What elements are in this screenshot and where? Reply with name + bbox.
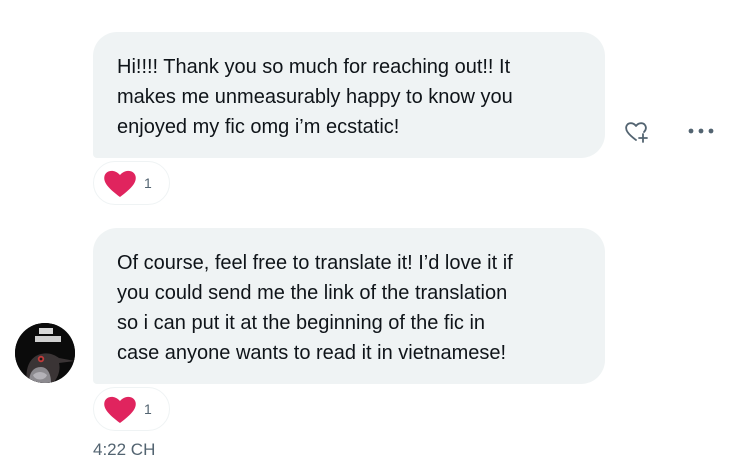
message-bubble[interactable]: Of course, feel free to translate it! I’… [93, 228, 605, 384]
heart-icon [104, 396, 136, 423]
message-bubble[interactable]: Hi!!!! Thank you so much for reaching ou… [93, 32, 605, 158]
more-horizontal-icon [688, 128, 714, 134]
message-text-line: Of course, feel free to translate it! I’… [117, 252, 513, 274]
message-text-line: you could send me the link of the transl… [117, 282, 508, 304]
add-reaction-button[interactable] [620, 114, 654, 148]
message-text-line: so i can put it at the beginning of the … [117, 312, 486, 334]
reaction-count: 1 [144, 401, 152, 417]
heart-add-icon [625, 122, 648, 143]
message-actions [620, 114, 718, 148]
avatar[interactable] [15, 323, 75, 383]
message-text-line: case anyone wants to read it in vietname… [117, 342, 507, 364]
reaction-chip[interactable]: 1 [93, 161, 170, 205]
heart-icon [104, 170, 136, 197]
message-text-line: makes me unmeasurably happy to know you [117, 86, 513, 108]
message-text-line: Hi!!!! Thank you so much for reaching ou… [117, 56, 511, 78]
more-options-button[interactable] [684, 114, 718, 148]
bird-avatar-image [15, 323, 75, 383]
reaction-count: 1 [144, 175, 152, 191]
message-text-line: enjoyed my fic omg i’m ecstatic! [117, 116, 400, 138]
reaction-chip[interactable]: 1 [93, 387, 170, 431]
message-timestamp: 4:22 CH [93, 440, 156, 459]
